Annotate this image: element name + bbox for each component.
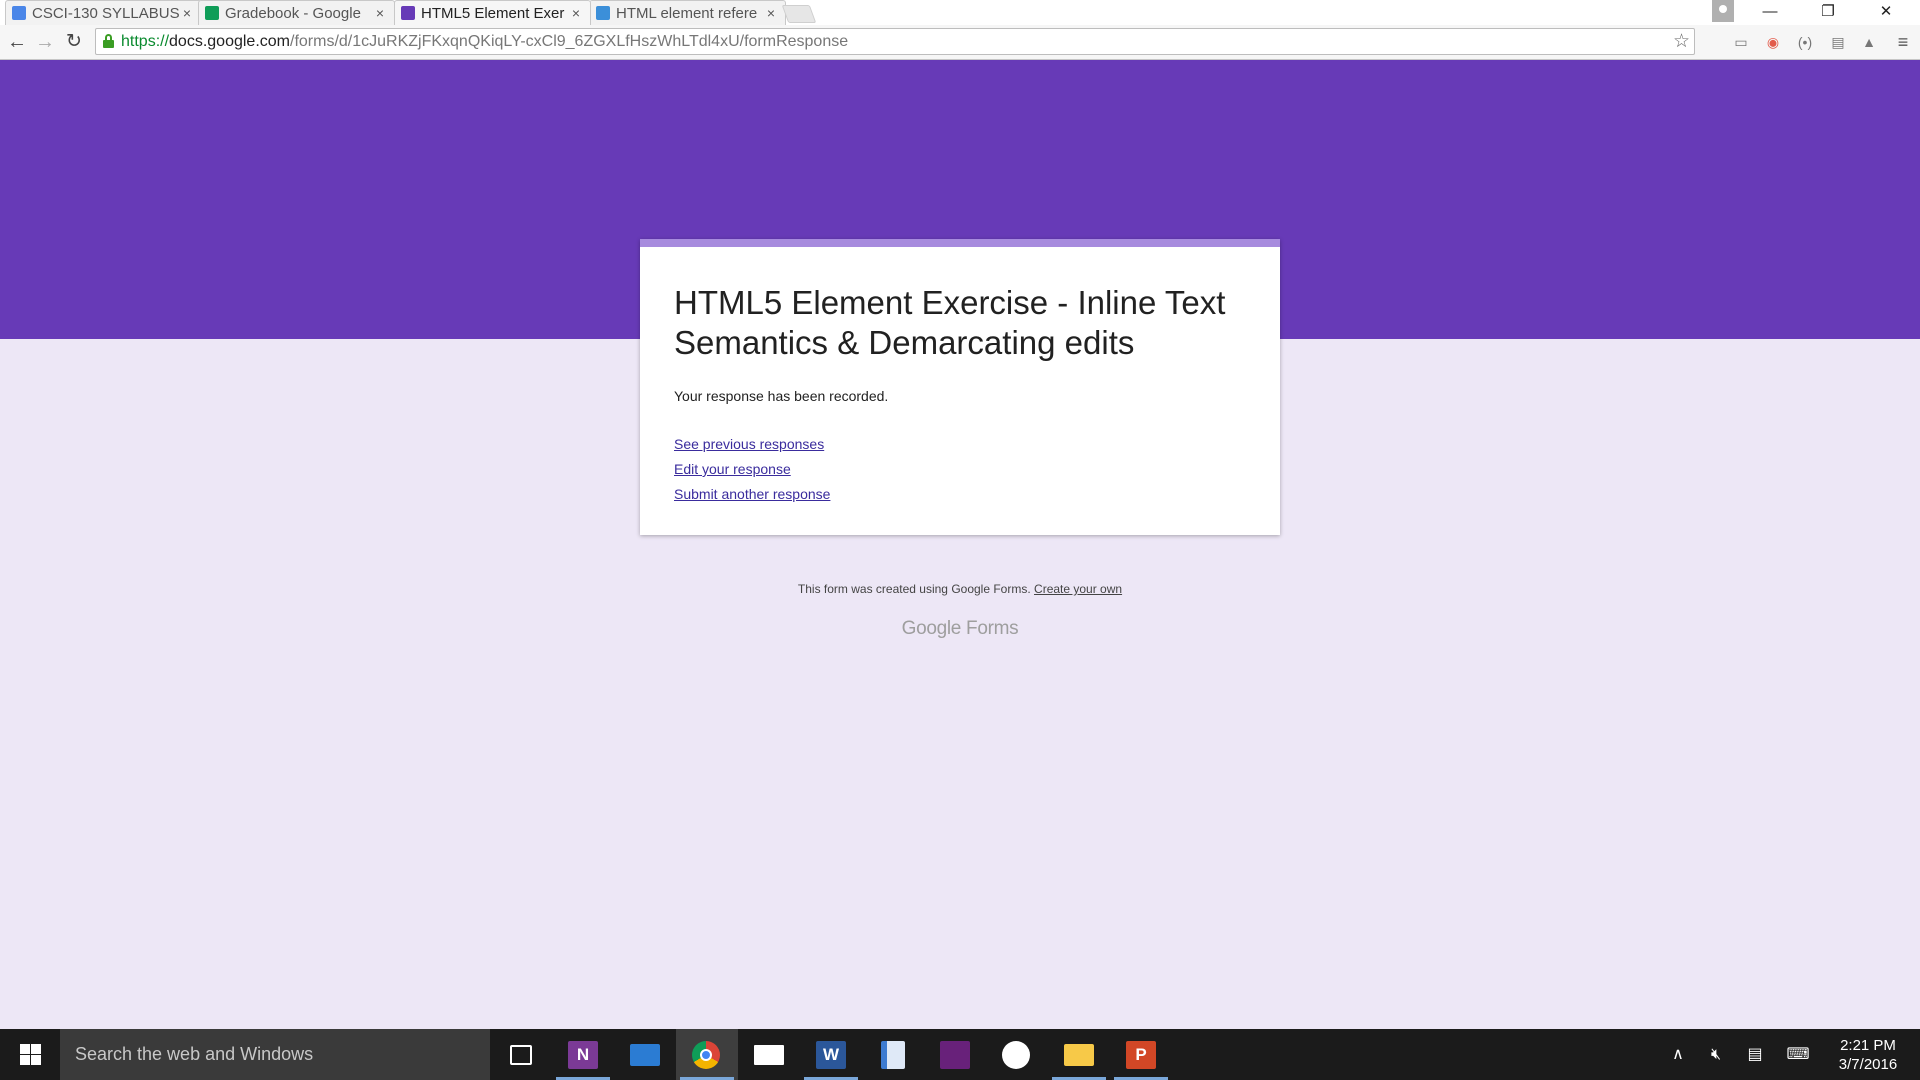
folder-icon <box>1064 1044 1094 1066</box>
clock-date: 3/7/2016 <box>1838 1056 1898 1073</box>
visual-studio-icon <box>940 1041 970 1069</box>
url-text: https://docs.google.com/forms/d/1cJuRKZj… <box>121 29 848 54</box>
powerpoint-button[interactable]: P <box>1110 1029 1172 1080</box>
tab-syllabus[interactable]: CSCI-130 SYLLABUS × <box>5 0 202 25</box>
tab-close-icon[interactable]: × <box>763 5 779 21</box>
file-explorer-button[interactable] <box>1048 1029 1110 1080</box>
form-confirmation-card: HTML5 Element Exercise - Inline Text Sem… <box>640 239 1280 535</box>
chrome-icon <box>692 1041 720 1069</box>
onenote-button[interactable]: N <box>552 1029 614 1080</box>
forward-arrow-icon[interactable]: → <box>32 25 58 60</box>
taskbar-search-input[interactable]: Search the web and Windows <box>60 1029 490 1080</box>
bookmark-star-icon[interactable]: ☆ <box>1673 29 1690 54</box>
lock-icon <box>103 34 114 49</box>
remote-desktop-icon <box>630 1044 660 1066</box>
profile-icon[interactable] <box>1712 0 1734 22</box>
mail-icon <box>754 1045 784 1065</box>
action-center-icon[interactable]: ▤ <box>1740 1029 1770 1080</box>
menu-icon[interactable]: ≡ <box>1894 33 1912 51</box>
task-view-icon <box>510 1045 532 1065</box>
url-scheme: https:// <box>121 33 170 50</box>
github-icon <box>1002 1041 1030 1069</box>
docs-favicon-icon <box>12 6 26 20</box>
form-footer: This form was created using Google Forms… <box>0 582 1920 596</box>
extension-drive-icon[interactable]: ▲ <box>1860 33 1878 51</box>
extension-red-icon[interactable]: ◉ <box>1764 33 1782 51</box>
reload-icon[interactable]: ↻ <box>61 25 87 60</box>
tab-close-icon[interactable]: × <box>372 5 388 21</box>
taskbar: Search the web and Windows N W P ∧ 🔇︎ ▤ … <box>0 1029 1920 1080</box>
extension-bracket-icon[interactable]: (•) <box>1796 33 1814 51</box>
see-previous-responses-link[interactable]: See previous responses <box>674 432 1246 457</box>
footer-text: This form was created using Google Forms… <box>797 582 1031 596</box>
response-links: See previous responses Edit your respons… <box>674 432 1246 507</box>
github-button[interactable] <box>986 1029 1048 1080</box>
close-window-button[interactable]: ✕ <box>1858 0 1914 25</box>
sheets-favicon-icon <box>205 6 219 20</box>
back-arrow-icon[interactable]: ← <box>4 25 30 60</box>
restore-button[interactable]: ❐ <box>1800 0 1856 25</box>
word-icon: W <box>816 1041 846 1069</box>
show-hidden-icons-chevron-icon[interactable]: ∧ <box>1664 1029 1692 1080</box>
windows-start-icon[interactable] <box>0 1029 60 1080</box>
new-tab-button[interactable] <box>781 5 817 23</box>
submit-another-response-link[interactable]: Submit another response <box>674 482 1246 507</box>
url-path: /forms/d/1cJuRKZjFKxqnQKiqLY-cxCl9_6ZGXL… <box>290 33 849 50</box>
keyboard-icon[interactable]: ⌨ <box>1780 1029 1816 1080</box>
tab-label: HTML5 Element Exer <box>421 4 565 22</box>
document-icon <box>881 1041 905 1069</box>
tab-gradebook[interactable]: Gradebook - Google × <box>198 0 395 25</box>
clock-time: 2:21 PM <box>1840 1037 1896 1054</box>
task-view-button[interactable] <box>490 1029 552 1080</box>
tab-close-icon[interactable]: × <box>568 5 584 21</box>
cast-icon[interactable]: ▭ <box>1732 33 1750 51</box>
mail-button[interactable] <box>738 1029 800 1080</box>
minimize-button[interactable]: — <box>1742 0 1798 25</box>
tab-close-icon[interactable]: × <box>179 5 195 21</box>
word-button[interactable]: W <box>800 1029 862 1080</box>
powerpoint-icon: P <box>1126 1041 1156 1069</box>
edit-response-link[interactable]: Edit your response <box>674 457 1246 482</box>
notepad-button[interactable] <box>862 1029 924 1080</box>
forms-favicon-icon <box>401 6 415 20</box>
chrome-button[interactable] <box>676 1029 738 1080</box>
url-host: docs.google.com <box>169 33 290 50</box>
confirmation-message: Your response has been recorded. <box>674 388 889 404</box>
browser-toolbar: ← → ↻ https://docs.google.com/forms/d/1c… <box>0 25 1920 60</box>
visual-studio-button[interactable] <box>924 1029 986 1080</box>
tab-label: Gradebook - Google <box>225 4 361 22</box>
volume-muted-icon[interactable]: 🔇︎ <box>1701 1029 1731 1080</box>
address-bar[interactable]: https://docs.google.com/forms/d/1cJuRKZj… <box>95 28 1695 55</box>
tab-html5-exercise[interactable]: HTML5 Element Exer × <box>394 0 591 25</box>
remote-desktop-button[interactable] <box>614 1029 676 1080</box>
google-forms-logo: Google Forms <box>901 618 1019 639</box>
extension-stack-icon[interactable]: ▤ <box>1829 33 1847 51</box>
tab-label: HTML element refere <box>616 4 758 22</box>
tab-strip: CSCI-130 SYLLABUS × Gradebook - Google ×… <box>0 0 1920 25</box>
mdn-favicon-icon <box>596 6 610 20</box>
tab-html-reference[interactable]: HTML element refere × <box>589 0 786 25</box>
form-title: HTML5 Element Exercise - Inline Text Sem… <box>674 284 1226 361</box>
taskbar-clock[interactable]: 2:21 PM 3/7/2016 <box>1820 1036 1916 1074</box>
onenote-icon: N <box>568 1041 598 1069</box>
tab-label: CSCI-130 SYLLABUS <box>32 4 179 22</box>
create-your-own-link[interactable]: Create your own <box>1034 582 1122 596</box>
